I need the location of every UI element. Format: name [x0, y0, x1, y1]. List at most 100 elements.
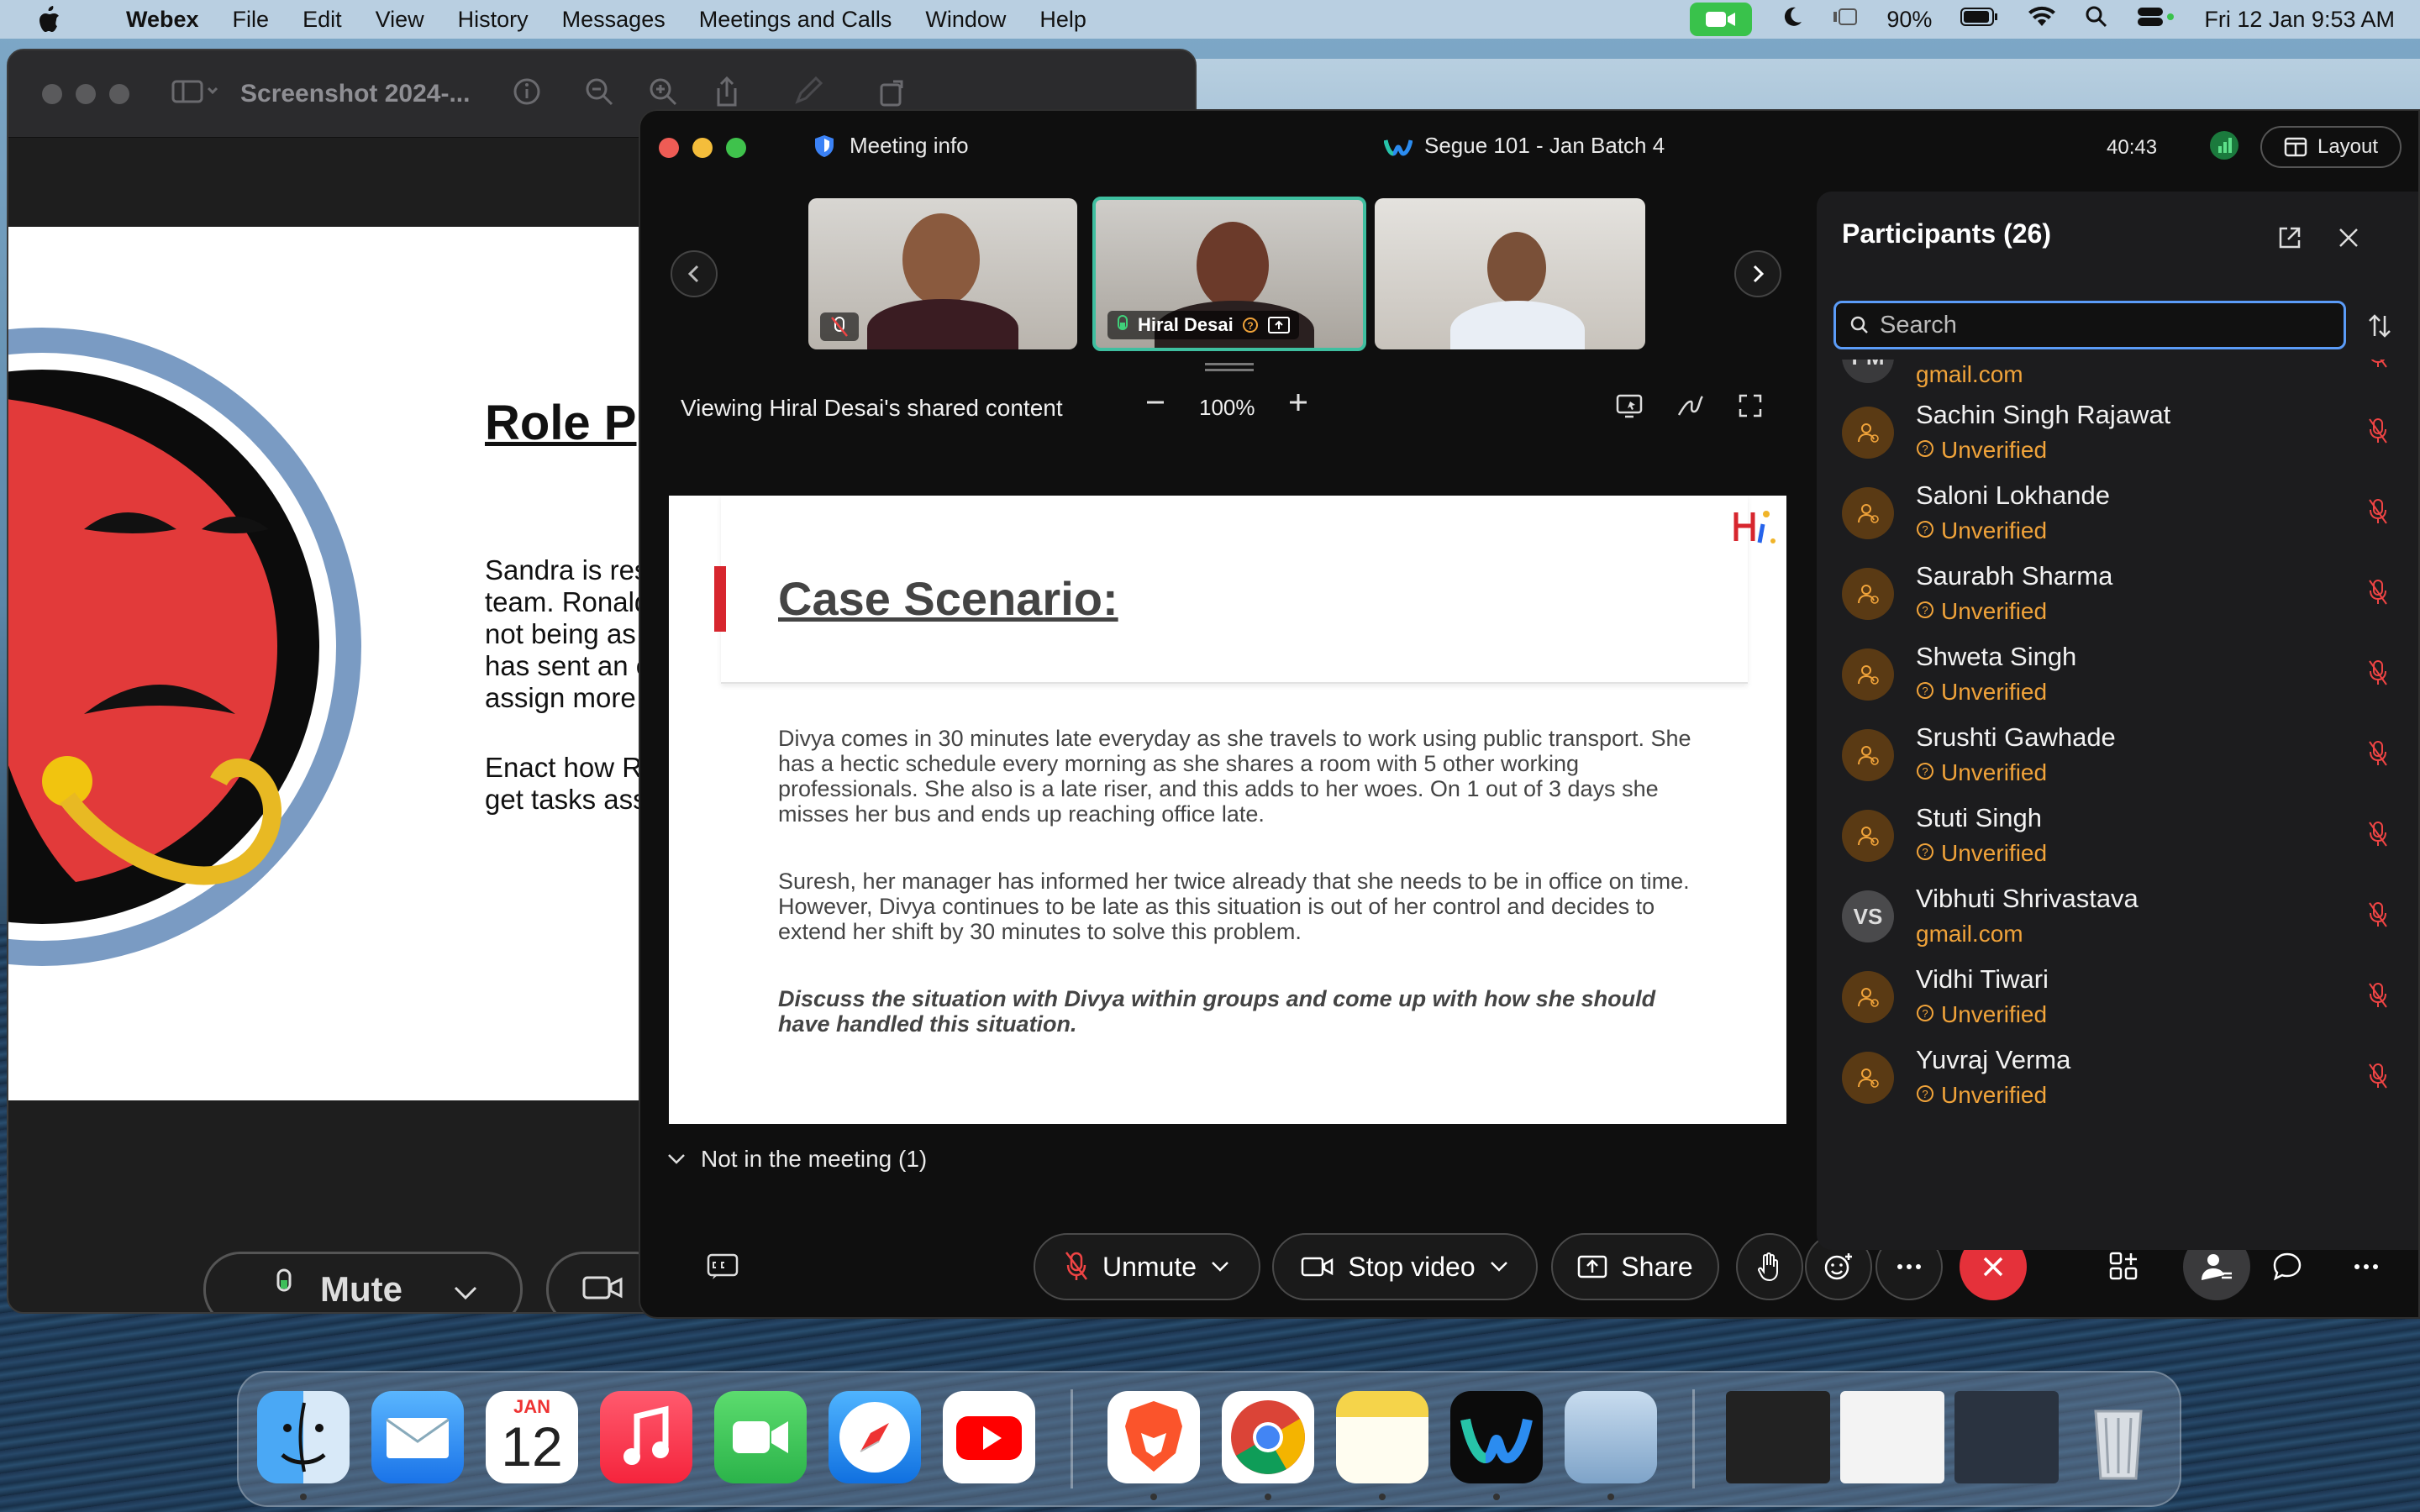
- participant-row[interactable]: Shweta Singh? Unverified: [1817, 633, 2418, 714]
- raise-hand-button[interactable]: [1736, 1233, 1803, 1300]
- annotate-icon[interactable]: [1676, 393, 1704, 423]
- participant-search[interactable]: [1833, 301, 2346, 349]
- share-button[interactable]: Share: [1551, 1233, 1719, 1300]
- markup-icon[interactable]: [792, 76, 826, 111]
- camera-in-use-icon[interactable]: [1690, 3, 1753, 36]
- fullscreen-icon[interactable]: [1738, 393, 1763, 423]
- mic-muted-icon[interactable]: [2367, 578, 2389, 611]
- mic-muted-icon[interactable]: [2367, 1062, 2389, 1095]
- resize-handle[interactable]: [1205, 363, 1254, 371]
- apps-button[interactable]: [2101, 1243, 2148, 1290]
- participant-video-tile[interactable]: [808, 198, 1077, 349]
- unmute-button[interactable]: Unmute: [1034, 1233, 1260, 1300]
- minimize-traffic-light[interactable]: [692, 138, 713, 158]
- mic-muted-icon[interactable]: [2367, 739, 2389, 772]
- menu-edit[interactable]: Edit: [302, 7, 342, 33]
- dark-mode-icon[interactable]: [1781, 5, 1804, 34]
- mic-muted-icon[interactable]: [2367, 981, 2389, 1014]
- menu-history[interactable]: History: [458, 7, 529, 33]
- info-icon[interactable]: [512, 76, 542, 111]
- menu-view[interactable]: View: [376, 7, 424, 33]
- mic-muted-icon[interactable]: [2367, 497, 2389, 530]
- menu-file[interactable]: File: [233, 7, 270, 33]
- participant-video-tile[interactable]: [1375, 198, 1645, 349]
- close-panel-icon[interactable]: [2338, 227, 2360, 253]
- rotate-icon[interactable]: [876, 75, 910, 113]
- apple-menu-icon[interactable]: [30, 0, 67, 39]
- recent-window-thumbnail[interactable]: [1954, 1391, 2059, 1483]
- chevron-down-icon[interactable]: [1489, 1260, 1509, 1273]
- chevron-down-icon[interactable]: [1210, 1260, 1230, 1273]
- spotlight-search-icon[interactable]: [2085, 5, 2108, 34]
- participant-row[interactable]: Saurabh Sharma? Unverified: [1817, 553, 2418, 633]
- close-traffic-light[interactable]: [659, 138, 679, 158]
- calendar-icon[interactable]: JAN 12: [486, 1391, 578, 1483]
- participant-row[interactable]: VS Vibhuti Shrivastava gmail.com: [1817, 875, 2418, 956]
- mail-icon[interactable]: [371, 1391, 464, 1483]
- menu-help[interactable]: Help: [1039, 7, 1086, 33]
- previous-videos-button[interactable]: [671, 250, 718, 297]
- zoom-traffic-light[interactable]: [109, 83, 129, 104]
- control-center-icon[interactable]: [2137, 5, 2175, 34]
- minimize-traffic-light[interactable]: [76, 83, 96, 104]
- recent-window-thumbnail[interactable]: [1726, 1391, 1830, 1483]
- sidebar-toggle-icon[interactable]: [171, 79, 218, 108]
- menu-meetings-and-calls[interactable]: Meetings and Calls: [699, 7, 892, 33]
- chevron-down-icon[interactable]: [453, 1269, 478, 1310]
- zoom-traffic-light[interactable]: [726, 138, 746, 158]
- active-speaker-video-tile[interactable]: Hiral Desai ?: [1092, 197, 1366, 351]
- notes-icon[interactable]: [1336, 1391, 1428, 1483]
- next-videos-button[interactable]: [1734, 250, 1781, 297]
- sort-icon[interactable]: [2366, 312, 2393, 344]
- close-traffic-light[interactable]: [42, 83, 62, 104]
- network-quality-icon[interactable]: [2210, 131, 2238, 160]
- mic-muted-icon[interactable]: [2367, 659, 2389, 691]
- clock-datetime[interactable]: Fri 12 Jan 9:53 AM: [2204, 7, 2395, 33]
- chrome-icon[interactable]: [1222, 1391, 1314, 1483]
- menu-window[interactable]: Window: [925, 7, 1006, 33]
- mic-muted-icon[interactable]: [2367, 417, 2389, 449]
- preview-app-icon[interactable]: [1565, 1391, 1657, 1483]
- zoom-in-button[interactable]: [1287, 390, 1309, 423]
- more-panels-button[interactable]: [2343, 1243, 2390, 1290]
- search-input[interactable]: [1880, 311, 2317, 339]
- wifi-icon[interactable]: [2028, 6, 2056, 34]
- brave-browser-icon[interactable]: [1107, 1391, 1200, 1483]
- chat-button[interactable]: [2264, 1243, 2311, 1290]
- share-icon[interactable]: [712, 75, 742, 113]
- participant-row[interactable]: Srushti Gawhade? Unverified: [1817, 714, 2418, 795]
- popout-icon[interactable]: [2277, 225, 2302, 255]
- youtube-icon[interactable]: [943, 1391, 1035, 1483]
- participant-row[interactable]: Sachin Singh Rajawat? Unverified: [1817, 391, 2418, 472]
- menu-messages[interactable]: Messages: [562, 7, 666, 33]
- zoom-out-icon[interactable]: [584, 76, 614, 111]
- participant-row[interactable]: Vidhi Tiwari? Unverified: [1817, 956, 2418, 1037]
- remote-control-icon[interactable]: [1615, 393, 1644, 423]
- battery-icon[interactable]: [1960, 7, 1999, 33]
- closed-captions-icon: [707, 1253, 739, 1279]
- music-icon[interactable]: [600, 1391, 692, 1483]
- menu-app-name[interactable]: Webex: [126, 7, 199, 33]
- stop-video-button[interactable]: Stop video: [1272, 1233, 1538, 1300]
- safari-icon[interactable]: [829, 1391, 921, 1483]
- not-in-meeting-section[interactable]: Not in the meeting (1): [667, 1146, 927, 1173]
- recent-window-thumbnail[interactable]: [1840, 1391, 1944, 1483]
- webex-icon[interactable]: [1450, 1391, 1543, 1483]
- meeting-info-button[interactable]: Meeting info: [813, 133, 969, 159]
- guest-avatar-icon: [1842, 648, 1894, 701]
- preview-mute-button[interactable]: Mute: [203, 1252, 523, 1312]
- mic-muted-icon[interactable]: [2367, 820, 2389, 853]
- layout-button[interactable]: Layout: [2260, 126, 2402, 168]
- facetime-icon[interactable]: [714, 1391, 807, 1483]
- participant-row[interactable]: Stuti Singh? Unverified: [1817, 795, 2418, 875]
- finder-icon[interactable]: [257, 1391, 350, 1483]
- mic-muted-icon[interactable]: [2367, 360, 2389, 374]
- trash-icon[interactable]: [2072, 1391, 2165, 1483]
- zoom-in-icon[interactable]: [648, 76, 678, 111]
- mic-muted-icon[interactable]: [2367, 900, 2389, 933]
- participant-row[interactable]: Yuvraj Verma? Unverified: [1817, 1037, 2418, 1117]
- stage-manager-icon[interactable]: [1833, 7, 1858, 33]
- captions-button[interactable]: [699, 1243, 746, 1290]
- participant-row[interactable]: Saloni Lokhande? Unverified: [1817, 472, 2418, 553]
- zoom-out-button[interactable]: [1144, 390, 1166, 423]
